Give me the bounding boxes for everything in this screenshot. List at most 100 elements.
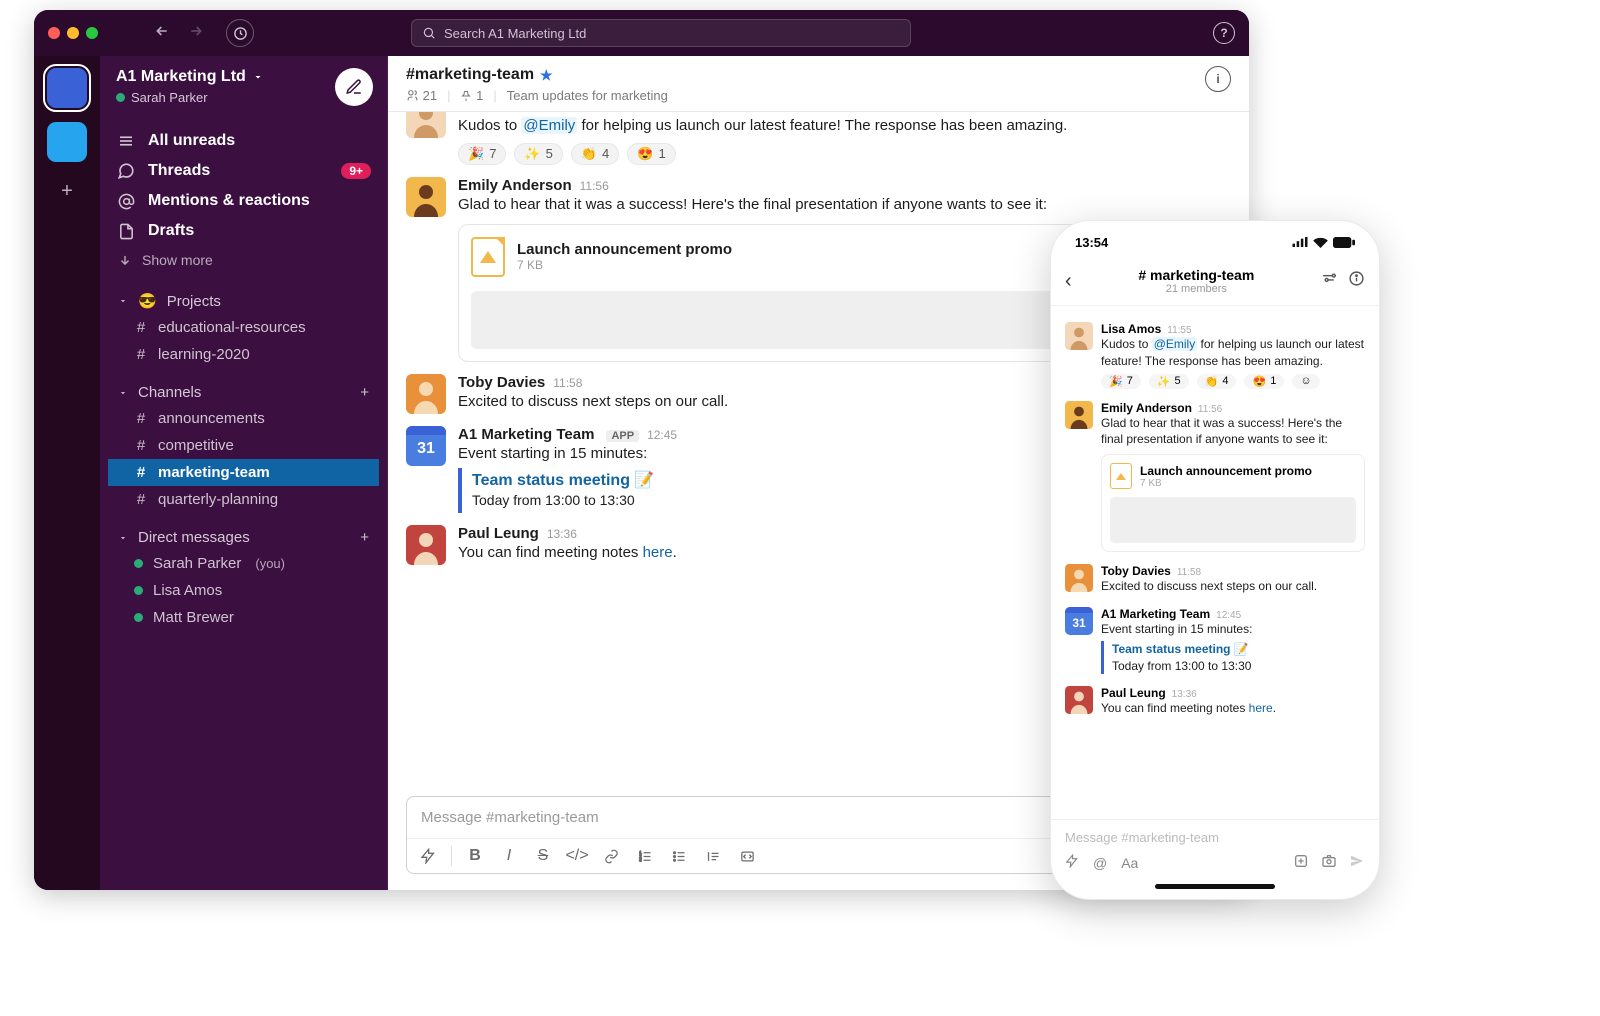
add-dm-button[interactable]: + bbox=[360, 529, 369, 546]
calendar-app-icon[interactable]: 31 bbox=[1065, 607, 1093, 635]
dm-item[interactable]: Lisa Amos bbox=[108, 577, 379, 604]
avatar[interactable] bbox=[406, 374, 446, 414]
ordered-list-button[interactable]: 123 bbox=[634, 845, 656, 867]
pinned-count[interactable]: 1 bbox=[460, 88, 483, 103]
workspace-tile-1[interactable] bbox=[47, 68, 87, 108]
close-window-button[interactable] bbox=[48, 27, 60, 39]
reaction-chip[interactable]: 👏4 bbox=[571, 143, 619, 165]
link[interactable]: here bbox=[1249, 701, 1273, 715]
channel-item[interactable]: #learning-2020 bbox=[108, 341, 379, 368]
message-author[interactable]: A1 Marketing Team bbox=[1101, 607, 1210, 621]
nav-forward-button[interactable] bbox=[184, 19, 208, 43]
mobile-input[interactable]: Message #marketing-team bbox=[1065, 830, 1365, 853]
reaction-chip[interactable]: 🎉7 bbox=[1101, 374, 1141, 389]
message-author[interactable]: A1 Marketing Team bbox=[458, 426, 594, 443]
avatar[interactable] bbox=[1065, 686, 1093, 714]
channel-item[interactable]: #quarterly-planning bbox=[108, 486, 379, 513]
channel-title[interactable]: #marketing-team ★ bbox=[406, 66, 668, 84]
avatar[interactable] bbox=[1065, 401, 1093, 429]
avatar[interactable] bbox=[406, 525, 446, 565]
section-channels-header[interactable]: Channels + bbox=[108, 380, 379, 405]
attach-button[interactable] bbox=[1293, 853, 1309, 872]
calendar-app-icon[interactable]: 31 bbox=[406, 426, 446, 466]
mention-link[interactable]: @Emily bbox=[521, 117, 577, 134]
channel-item[interactable]: #competitive bbox=[108, 432, 379, 459]
message-author[interactable]: Paul Leung bbox=[458, 525, 539, 542]
help-button[interactable]: ? bbox=[1213, 22, 1235, 44]
channel-item-selected[interactable]: #marketing-team bbox=[108, 459, 379, 486]
workspace-tile-2[interactable] bbox=[47, 122, 87, 162]
message-author[interactable]: Emily Anderson bbox=[1101, 401, 1192, 415]
reaction-chip[interactable]: 😍1 bbox=[1244, 374, 1284, 389]
info-icon[interactable] bbox=[1348, 270, 1365, 292]
nav-back-button[interactable] bbox=[150, 19, 174, 43]
reaction-chip[interactable]: ✨5 bbox=[1149, 374, 1189, 389]
message-author[interactable]: Toby Davies bbox=[458, 374, 545, 391]
mobile-title[interactable]: # marketing-team bbox=[1080, 267, 1313, 283]
shortcuts-button[interactable] bbox=[1065, 854, 1079, 871]
reaction-chip[interactable]: ✨5 bbox=[514, 143, 562, 165]
quote-button[interactable] bbox=[702, 845, 724, 867]
channel-name: marketing-team bbox=[158, 464, 270, 481]
mention-link[interactable]: @Emily bbox=[1152, 337, 1198, 351]
camera-button[interactable] bbox=[1321, 853, 1337, 872]
link[interactable]: here bbox=[643, 544, 673, 561]
nav-show-more[interactable]: Show more bbox=[100, 246, 387, 274]
dm-item[interactable]: Sarah Parker(you) bbox=[108, 550, 379, 577]
code-button[interactable]: </> bbox=[566, 845, 588, 867]
add-channel-button[interactable]: + bbox=[360, 384, 369, 401]
channel-item[interactable]: #announcements bbox=[108, 405, 379, 432]
channel-item[interactable]: #educational-resources bbox=[108, 314, 379, 341]
reaction-chip[interactable]: 😍1 bbox=[627, 143, 675, 165]
history-button[interactable] bbox=[226, 19, 254, 47]
chevron-down-icon bbox=[118, 533, 128, 543]
avatar[interactable] bbox=[1065, 564, 1093, 592]
workspace-switcher[interactable]: A1 Marketing Ltd bbox=[116, 68, 264, 86]
avatar[interactable] bbox=[406, 177, 446, 217]
add-reaction-button[interactable]: ☺ bbox=[1292, 374, 1319, 389]
send-button[interactable] bbox=[1349, 853, 1365, 872]
channel-info-button[interactable]: i bbox=[1205, 66, 1231, 92]
italic-button[interactable]: I bbox=[498, 845, 520, 867]
message-author[interactable]: Toby Davies bbox=[1101, 564, 1171, 578]
bullet-list-button[interactable] bbox=[668, 845, 690, 867]
nav-all-unreads[interactable]: All unreads bbox=[100, 126, 387, 156]
message-author[interactable]: Lisa Amos bbox=[1101, 322, 1161, 336]
event-link[interactable]: Team status meeting bbox=[1112, 642, 1230, 656]
format-button[interactable]: Aa bbox=[1121, 855, 1138, 871]
codeblock-button[interactable] bbox=[736, 845, 758, 867]
channel-topic[interactable]: Team updates for marketing bbox=[507, 88, 668, 103]
bold-button[interactable]: B bbox=[464, 845, 486, 867]
message-text: Glad to hear that it was a success! Here… bbox=[458, 194, 1231, 216]
link-button[interactable] bbox=[600, 845, 622, 867]
message-author[interactable]: Emily Anderson bbox=[458, 177, 572, 194]
channel-name: #marketing-team bbox=[406, 66, 534, 84]
nav-label: Mentions & reactions bbox=[148, 192, 310, 210]
section-dms-header[interactable]: Direct messages + bbox=[108, 525, 379, 550]
message-author[interactable]: Paul Leung bbox=[1101, 686, 1166, 700]
nav-mentions[interactable]: Mentions & reactions bbox=[100, 186, 387, 216]
dm-item[interactable]: Matt Brewer bbox=[108, 604, 379, 631]
add-workspace-button[interactable]: + bbox=[52, 176, 82, 206]
minimize-window-button[interactable] bbox=[67, 27, 79, 39]
nav-threads[interactable]: Threads 9+ bbox=[100, 156, 387, 186]
members-count[interactable]: 21 bbox=[406, 88, 437, 103]
strike-button[interactable]: S bbox=[532, 845, 554, 867]
avatar[interactable] bbox=[1065, 322, 1093, 350]
search-input[interactable]: Search A1 Marketing Ltd bbox=[411, 19, 911, 47]
filter-icon[interactable] bbox=[1321, 270, 1338, 292]
maximize-window-button[interactable] bbox=[86, 27, 98, 39]
star-icon[interactable]: ★ bbox=[540, 67, 553, 84]
shortcuts-button[interactable] bbox=[417, 845, 439, 867]
reaction-chip[interactable]: 👏4 bbox=[1197, 374, 1237, 389]
avatar[interactable] bbox=[406, 112, 446, 138]
section-projects-header[interactable]: 😎 Projects bbox=[108, 288, 379, 314]
compose-button[interactable] bbox=[335, 68, 373, 106]
nav-drafts[interactable]: Drafts bbox=[100, 216, 387, 246]
mention-button[interactable]: @ bbox=[1093, 855, 1107, 871]
event-link[interactable]: Team status meeting bbox=[472, 472, 630, 489]
reaction-chip[interactable]: 🎉7 bbox=[458, 143, 506, 165]
file-attachment[interactable]: Launch announcement promo 7 KB bbox=[1101, 454, 1365, 552]
attachment-preview bbox=[1110, 497, 1356, 543]
back-button[interactable]: ‹ bbox=[1065, 270, 1072, 293]
